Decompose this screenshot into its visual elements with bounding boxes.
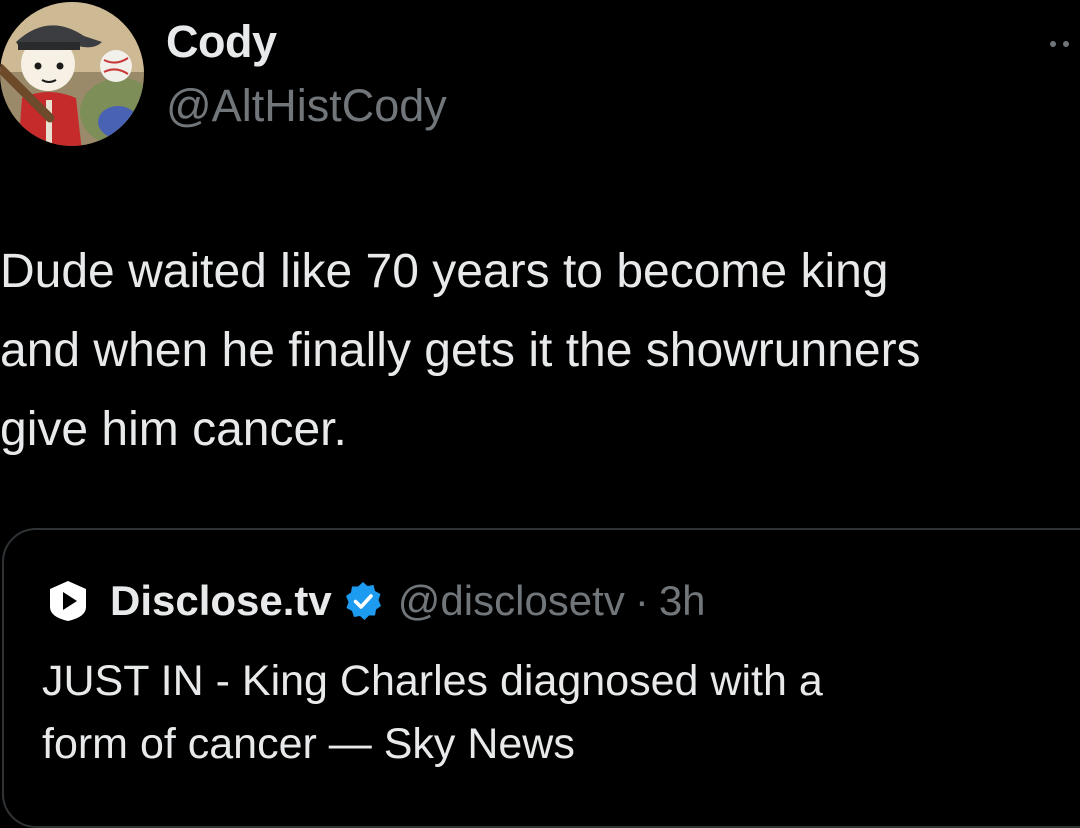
quoted-tweet-header: Disclose.tv @disclosetv · 3h <box>46 576 706 626</box>
quoted-display-name[interactable]: Disclose.tv <box>110 577 332 625</box>
cartoon-baseball-player-avatar-icon <box>0 2 144 146</box>
tweet-text: Dude waited like 70 years to become king… <box>0 245 921 456</box>
quoted-handle[interactable]: @disclosetv <box>398 577 625 625</box>
disclose-tv-logo-icon <box>46 579 90 623</box>
more-options-icon[interactable] <box>1048 36 1072 47</box>
avatar[interactable] <box>0 2 144 146</box>
separator-dot: · <box>634 577 649 624</box>
quoted-tweet-text: JUST IN - King Charles diagnosed with a … <box>42 657 823 768</box>
author-display-name[interactable]: Cody <box>166 16 277 68</box>
verified-badge-icon <box>342 580 384 622</box>
quoted-timestamp[interactable]: 3h <box>659 577 706 625</box>
author-handle[interactable]: @AltHistCody <box>166 80 447 132</box>
